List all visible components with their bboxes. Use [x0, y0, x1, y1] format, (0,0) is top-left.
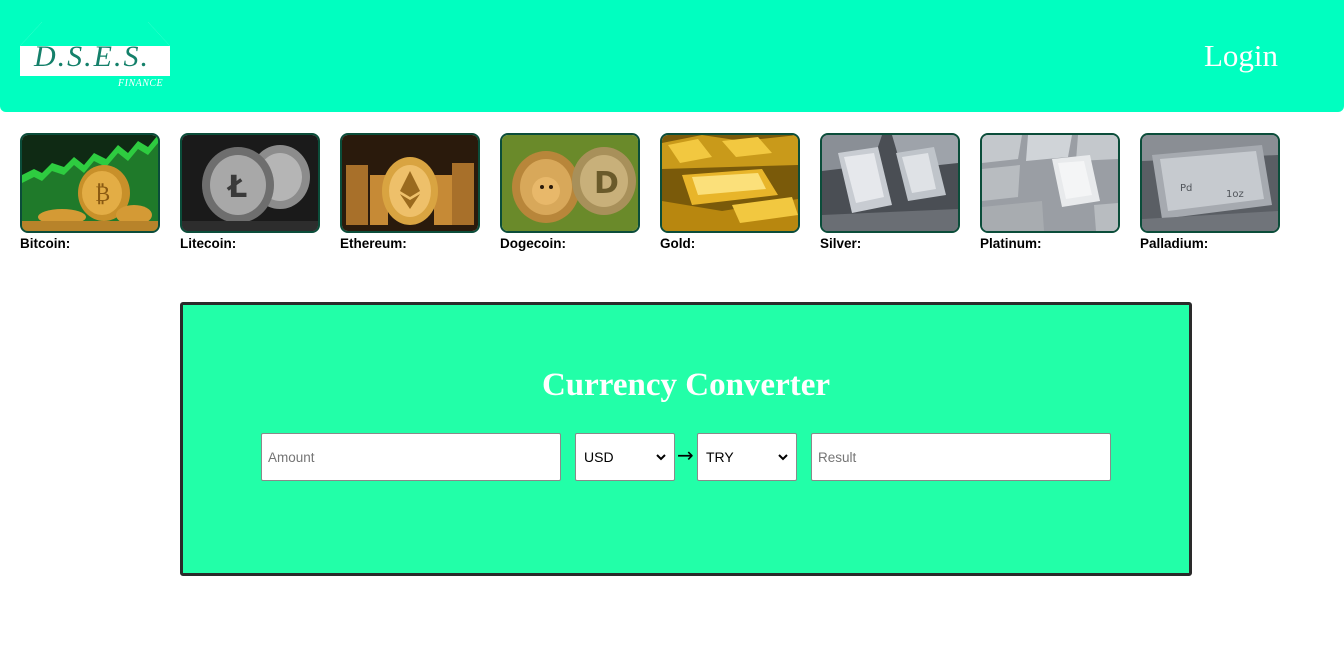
svg-text:Ł: Ł: [226, 170, 247, 205]
to-currency-select[interactable]: TRY: [697, 433, 797, 481]
chevron-down-icon: [778, 453, 788, 460]
asset-label: Litecoin:: [180, 236, 237, 251]
currency-converter-panel: Currency Converter USD → TRY: [180, 302, 1192, 576]
asset-ethereum[interactable]: Ethereum:: [340, 133, 480, 251]
svg-text:D: D: [594, 166, 619, 201]
asset-label: Gold:: [660, 236, 696, 251]
ethereum-coins-image: [340, 133, 480, 233]
asset-label: Platinum:: [980, 236, 1042, 251]
from-currency-value: USD: [584, 449, 614, 465]
logo-subtext: FINANCE: [118, 78, 164, 89]
svg-text:1oz: 1oz: [1226, 189, 1244, 200]
bitcoin-coins-image: ₿: [20, 133, 160, 233]
asset-label: Ethereum:: [340, 236, 407, 251]
svg-text:Pd: Pd: [1180, 183, 1192, 194]
to-currency-value: TRY: [706, 449, 734, 465]
dogecoin-coins-image: D: [500, 133, 640, 233]
right-arrow-icon: →: [677, 443, 694, 467]
silver-bars-image: [820, 133, 960, 233]
palladium-bar-image: Pd 1oz: [1140, 133, 1280, 233]
asset-label: Silver:: [820, 236, 862, 251]
converter-title: Currency Converter: [541, 367, 831, 403]
svg-text:₿: ₿: [95, 182, 110, 207]
amount-input[interactable]: [261, 433, 561, 481]
asset-label: Bitcoin:: [20, 236, 71, 251]
asset-silver[interactable]: Silver:: [820, 133, 960, 251]
from-currency-select[interactable]: USD: [575, 433, 675, 481]
gold-bars-image: [660, 133, 800, 233]
litecoin-coins-image: Ł: [180, 133, 320, 233]
logo-text: D.S.E.S.: [34, 40, 150, 73]
result-field[interactable]: [811, 433, 1111, 481]
top-header: D.S.E.S. FINANCE Login: [0, 0, 1344, 112]
chevron-down-icon: [656, 453, 666, 460]
asset-platinum[interactable]: Platinum:: [980, 133, 1120, 251]
asset-litecoin[interactable]: Ł Litecoin:: [180, 133, 320, 251]
asset-gold[interactable]: Gold:: [660, 133, 800, 251]
platinum-bars-image: [980, 133, 1120, 233]
dses-logo[interactable]: D.S.E.S. FINANCE: [20, 22, 170, 89]
login-link[interactable]: Login: [1204, 38, 1278, 74]
asset-label: Palladium:: [1140, 236, 1209, 251]
asset-label: Dogecoin:: [500, 236, 566, 251]
asset-palladium[interactable]: Pd 1oz Palladium:: [1140, 133, 1280, 251]
asset-bitcoin[interactable]: ₿ Bitcoin:: [20, 133, 160, 251]
asset-dogecoin[interactable]: D Dogecoin:: [500, 133, 640, 251]
